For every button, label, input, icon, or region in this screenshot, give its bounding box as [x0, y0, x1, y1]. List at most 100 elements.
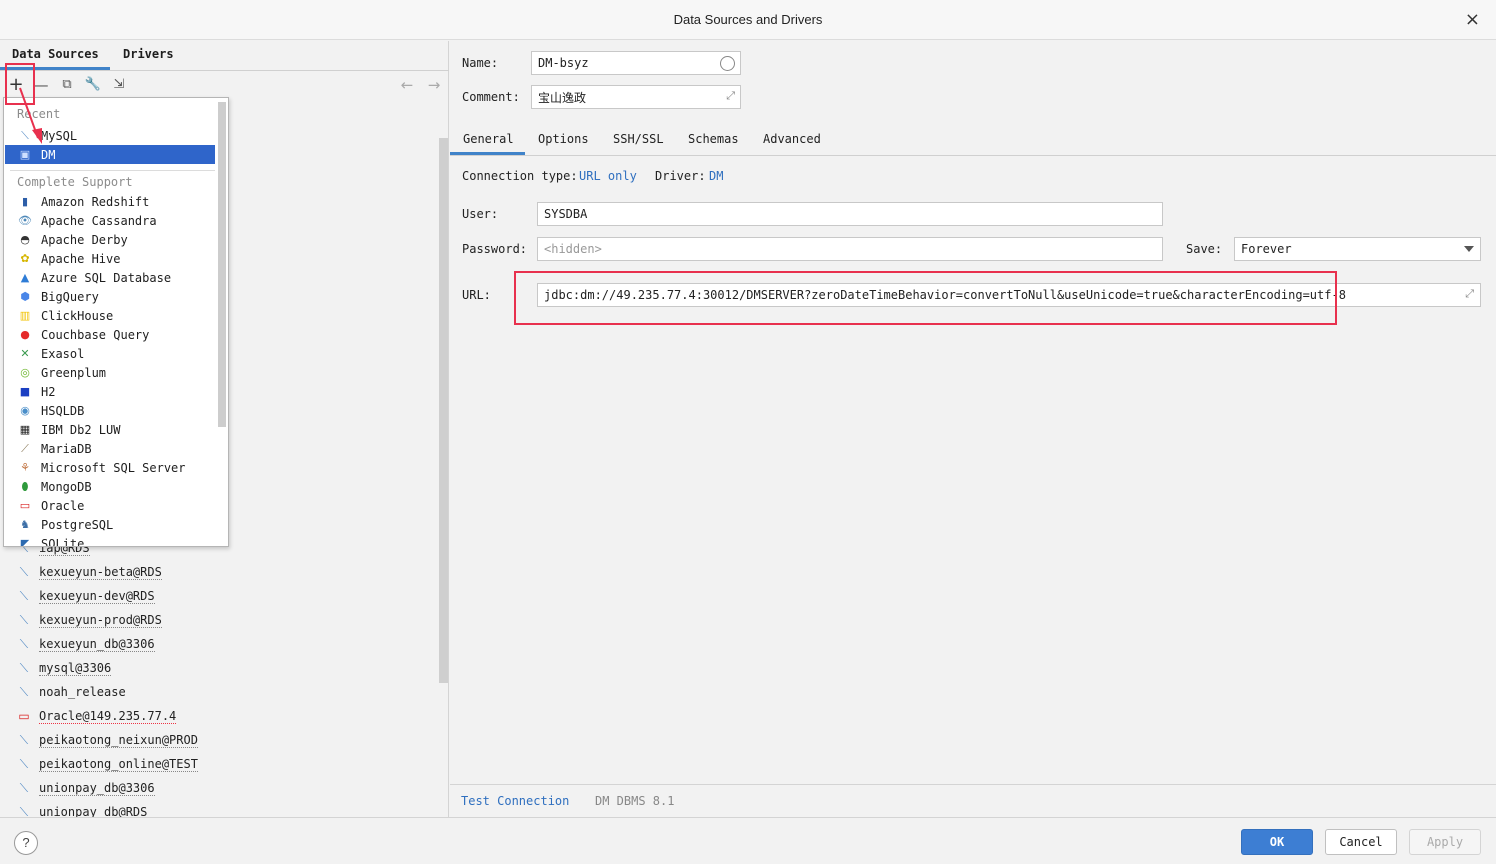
mysql-icon: ⟍: [19, 780, 29, 795]
list-item[interactable]: ⟍ unionpay_db@3306: [16, 777, 155, 799]
popup-item[interactable]: ✿ Apache Hive: [5, 249, 215, 268]
add-data-source-popup: Recent ⟍ MySQL ▣ DM Complete Support ▮ Amaz…: [3, 97, 229, 547]
list-item[interactable]: ⟍ kexueyun-prod@RDS: [16, 609, 162, 631]
popup-item-dm[interactable]: ▣ DM: [5, 145, 215, 164]
list-item[interactable]: ▭ Oracle@149.235.77.4: [16, 705, 177, 727]
tab-data-sources[interactable]: Data Sources: [12, 47, 99, 61]
mysql-icon: ⟍: [19, 636, 29, 651]
remove-icon[interactable]: —: [32, 76, 50, 94]
hsqldb-icon: ◉: [20, 404, 30, 417]
back-arrow-icon[interactable]: ←: [398, 76, 416, 94]
password-label: Password:: [462, 242, 528, 256]
sqlserver-icon: ⚘: [20, 461, 30, 474]
popup-item[interactable]: ▭ Oracle: [5, 496, 215, 515]
list-item[interactable]: ⟍ mysql@3306: [16, 657, 112, 679]
connection-type-link[interactable]: URL only: [579, 169, 637, 183]
apply-button[interactable]: Apply: [1409, 829, 1481, 855]
divider: [450, 784, 1496, 785]
list-item[interactable]: ⟍ kexueyun-beta@RDS: [16, 561, 162, 583]
driver-link[interactable]: DM: [709, 169, 723, 183]
popup-item[interactable]: ◎ Greenplum: [5, 363, 215, 382]
close-icon[interactable]: ×: [1465, 9, 1480, 30]
url-field[interactable]: jdbc:dm://49.235.77.4:30012/DMSERVER?zer…: [537, 283, 1481, 307]
list-scrollbar[interactable]: [439, 138, 448, 683]
popup-item[interactable]: ▦ IBM Db2 LUW: [5, 420, 215, 439]
title-bar: Data Sources and Drivers ×: [0, 0, 1496, 40]
list-item[interactable]: ⟍ kexueyun_db@3306: [16, 633, 155, 655]
tab-drivers[interactable]: Drivers: [123, 47, 174, 61]
mysql-icon: ⟍: [19, 756, 29, 771]
connection-type-label: Connection type:: [462, 169, 578, 183]
mysql-icon: ⟍: [19, 612, 29, 627]
help-icon[interactable]: ?: [14, 831, 38, 855]
dialog-footer: ? OK Cancel Apply: [0, 817, 1496, 864]
popup-item[interactable]: ✕ Exasol: [5, 344, 215, 363]
ok-button[interactable]: OK: [1241, 829, 1313, 855]
oracle-icon: ▭: [18, 709, 30, 723]
password-field[interactable]: <hidden>: [537, 237, 1163, 261]
user-label: User:: [462, 207, 499, 221]
cancel-button[interactable]: Cancel: [1325, 829, 1397, 855]
popup-scrollbar[interactable]: [218, 102, 226, 427]
save-select[interactable]: Forever: [1234, 237, 1481, 261]
window-title: Data Sources and Drivers: [673, 12, 823, 27]
hive-icon: ✿: [20, 252, 30, 265]
tab-advanced[interactable]: Advanced: [763, 132, 821, 146]
driver-label: Driver:: [655, 169, 706, 183]
tab-schemas[interactable]: Schemas: [688, 132, 739, 146]
mariadb-icon: ⟋: [21, 441, 29, 455]
popup-item[interactable]: ● Couchbase Query: [5, 325, 215, 344]
popup-item[interactable]: ⟋ MariaDB: [5, 439, 215, 458]
popup-item[interactable]: ♞ PostgreSQL: [5, 515, 215, 534]
derby-icon: ◓: [20, 233, 30, 246]
sources-toolbar: + — ⧉ 🔧 ⇲ ← →: [0, 72, 449, 100]
clickhouse-icon: ▥: [19, 309, 31, 322]
tab-ssh-ssl[interactable]: SSH/SSL: [613, 132, 664, 146]
couchbase-icon: ●: [20, 328, 30, 341]
popup-item[interactable]: ⬮ MongoDB: [5, 477, 215, 496]
user-field[interactable]: SYSDBA: [537, 202, 1163, 226]
settings-tabs: General Options SSH/SSL Schemas Advanced: [450, 124, 1496, 156]
name-label: Name:: [462, 56, 499, 70]
comment-label: Comment:: [462, 90, 520, 104]
popup-item[interactable]: 👁 Apache Cassandra: [5, 211, 215, 230]
mysql-icon: ⟍: [19, 684, 29, 699]
expand-icon[interactable]: ⤢: [1465, 287, 1474, 301]
dm-icon: ▣: [19, 148, 31, 161]
popup-item[interactable]: ◓ Apache Derby: [5, 230, 215, 249]
db2-icon: ▦: [19, 423, 31, 436]
right-panel: Name: DM-bsyz Comment: 宝山逸政 ⤢ General Op…: [450, 41, 1496, 817]
popup-item[interactable]: ▲ Azure SQL Database: [5, 268, 215, 287]
expand-icon[interactable]: ⤢: [726, 89, 735, 103]
test-connection-link[interactable]: Test Connection: [461, 794, 569, 808]
list-item[interactable]: ⟍ kexueyun-dev@RDS: [16, 585, 155, 607]
color-picker-icon[interactable]: [720, 56, 735, 71]
popup-item[interactable]: ⚘ Microsoft SQL Server: [5, 458, 215, 477]
import-icon[interactable]: ⇲: [110, 76, 128, 94]
sqlite-icon: ◤: [20, 537, 30, 547]
oracle-icon: ▭: [19, 499, 31, 512]
popup-item[interactable]: ◤ SQLite: [5, 534, 215, 547]
popup-item[interactable]: ▥ ClickHouse: [5, 306, 215, 325]
azure-icon: ▲: [20, 271, 30, 284]
popup-item[interactable]: ⬢ BigQuery: [5, 287, 215, 306]
popup-item-mysql[interactable]: ⟍ MySQL: [5, 126, 215, 145]
popup-item[interactable]: ▮ Amazon Redshift: [5, 192, 215, 211]
popup-item[interactable]: ◉ HSQLDB: [5, 401, 215, 420]
name-field[interactable]: DM-bsyz: [531, 51, 741, 75]
tab-options[interactable]: Options: [538, 132, 589, 146]
duplicate-icon[interactable]: ⧉: [58, 76, 76, 94]
wrench-icon[interactable]: 🔧: [84, 76, 102, 94]
list-item[interactable]: ⟍ peikaotong_online@TEST: [16, 753, 198, 775]
chevron-down-icon: [1464, 246, 1474, 252]
list-item[interactable]: ⟍ peikaotong_neixun@PROD: [16, 729, 198, 751]
forward-arrow-icon[interactable]: →: [425, 76, 443, 94]
list-item[interactable]: ⟍ noah_release: [16, 681, 126, 703]
left-tabs: Data Sources Drivers: [0, 41, 449, 71]
comment-field[interactable]: 宝山逸政 ⤢: [531, 85, 741, 109]
postgresql-icon: ♞: [20, 518, 30, 531]
add-icon[interactable]: +: [7, 76, 25, 94]
tab-general[interactable]: General: [463, 132, 514, 146]
redshift-icon: ▮: [21, 195, 29, 208]
popup-item[interactable]: ■ H2: [5, 382, 215, 401]
